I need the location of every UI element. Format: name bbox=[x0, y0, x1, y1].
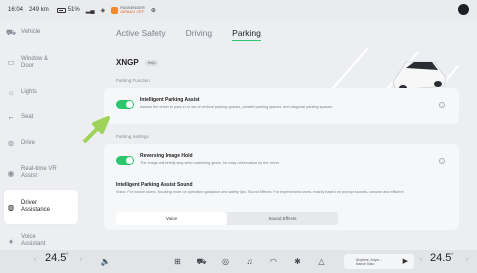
fan-icon[interactable]: ✱ bbox=[292, 256, 303, 267]
location-icon: ⊕ bbox=[150, 7, 156, 14]
temp-right[interactable]: 24.5° bbox=[430, 252, 453, 264]
ipas-title: Intelligent Parking Assist Sound bbox=[116, 182, 193, 188]
tab-parking[interactable]: Parking bbox=[232, 28, 261, 41]
tab-driving[interactable]: Driving bbox=[186, 28, 212, 38]
temp-left-up-icon[interactable]: › bbox=[80, 257, 82, 263]
sidebar-item-driver-assistance[interactable]: ◍ Driver Assistance bbox=[4, 190, 78, 224]
seat-icon: ⌐ bbox=[8, 113, 14, 123]
rih-desc: The image will briefly stay when switchi… bbox=[140, 161, 280, 165]
vr-icon: ◉ bbox=[7, 168, 15, 178]
section-parking-settings: Parking Settings bbox=[116, 134, 149, 139]
battery-percent: 51% bbox=[67, 7, 80, 13]
sidebar-item-label: Real-time VR Assist bbox=[21, 166, 57, 179]
profile-icon[interactable] bbox=[458, 4, 469, 15]
sidebar-item-real-time-vr-assist[interactable]: ◉ Real-time VR Assist bbox=[0, 156, 82, 190]
driver-assist-icon: ◍ bbox=[7, 202, 15, 212]
sidebar-item-label: Drive bbox=[21, 139, 36, 146]
tab-bar: Active Safety Driving Parking bbox=[116, 28, 281, 41]
signal-icon: ▂▄ bbox=[85, 7, 95, 14]
temp-right-up-icon[interactable]: › bbox=[466, 257, 468, 263]
media-artist: Kanon Kato bbox=[356, 261, 375, 266]
status-bar: 16:04 249 km 51% ▂▄ ◈ PASSENGER AIRBAG O… bbox=[0, 0, 477, 20]
360-view-icon[interactable]: ◎ bbox=[220, 256, 231, 267]
ipa-title: Intelligent Parking Assist bbox=[140, 97, 200, 103]
rih-info-icon[interactable]: › bbox=[439, 158, 445, 164]
ipa-card: Intelligent Parking Assist Assists the d… bbox=[104, 88, 459, 124]
sidebar-item-label: Vehicle bbox=[21, 29, 41, 36]
model-header: XNGP Help bbox=[116, 58, 159, 67]
media-widget[interactable]: Anytime, Anyw... Kanon Kato ▶ bbox=[344, 254, 414, 269]
assistant-icon[interactable]: ◠ bbox=[268, 256, 279, 267]
sidebar-item-label: Driver Assistance bbox=[21, 200, 51, 213]
tab-active-safety[interactable]: Active Safety bbox=[116, 28, 166, 38]
ipa-info-icon[interactable]: › bbox=[439, 102, 445, 108]
steering-icon: ⊚ bbox=[7, 138, 15, 148]
navigation-icon[interactable]: △ bbox=[316, 256, 327, 267]
window-icon: ▭ bbox=[7, 58, 15, 67]
ipa-toggle[interactable] bbox=[116, 100, 134, 109]
volume-icon[interactable]: 🔈 bbox=[100, 256, 111, 267]
main-panel: Active Safety Driving Parking XNGP Help … bbox=[82, 20, 472, 250]
sound-mode-selector: Voice Sound Effects bbox=[116, 212, 338, 225]
sidebar: ⛟ Vehicle ▭ Window & Door ☼ Lights ⌐ Seat ⊚ Drive… bbox=[0, 20, 82, 273]
range-readout: 249 km bbox=[29, 7, 49, 13]
clock: 16:04 bbox=[8, 7, 24, 13]
sidebar-item-lights[interactable]: ☼ Lights bbox=[0, 80, 82, 106]
voice-option[interactable]: Voice bbox=[116, 212, 227, 225]
temp-right-down-icon[interactable]: ‹ bbox=[420, 257, 422, 263]
bottom-dock: ‹ 24.5° › 🔈 ⊞ ⛟ ◎ ♫ ◠ ✱ △ Anytime, Anyw.… bbox=[0, 250, 477, 273]
apps-icon[interactable]: ⊞ bbox=[172, 256, 183, 267]
help-badge[interactable]: Help bbox=[144, 59, 159, 66]
voice-icon: ♦ bbox=[8, 236, 14, 246]
temp-left-down-icon[interactable]: ‹ bbox=[34, 257, 36, 263]
car-icon: ⛟ bbox=[5, 27, 17, 37]
sidebar-item-seat[interactable]: ⌐ Seat bbox=[0, 105, 82, 131]
sidebar-item-label: Window & Door bbox=[21, 55, 49, 69]
model-name: XNGP bbox=[116, 58, 139, 67]
rih-toggle[interactable] bbox=[116, 156, 134, 165]
sidebar-item-window-door[interactable]: ▭ Window & Door bbox=[0, 46, 82, 80]
ipa-desc: Assists the driver to park in or out of … bbox=[140, 105, 333, 109]
music-icon[interactable]: ♫ bbox=[244, 256, 255, 267]
settings-card: Reversing Image Hold The image will brie… bbox=[104, 144, 459, 230]
pass-airbag-badge: PASSENGER AIRBAG OFF bbox=[111, 5, 145, 15]
ipas-desc: Voice: For novice users, focusing more o… bbox=[116, 190, 404, 194]
play-icon[interactable]: ▶ bbox=[403, 257, 408, 265]
airbag-line2: AIRBAG OFF bbox=[120, 9, 145, 14]
sidebar-item-label: Seat bbox=[21, 114, 34, 121]
battery-icon bbox=[56, 7, 66, 13]
sound-effects-option[interactable]: Sound Effects bbox=[227, 212, 338, 225]
sidebar-item-vehicle[interactable]: ⛟ Vehicle bbox=[0, 20, 82, 46]
light-icon: ☼ bbox=[7, 87, 15, 97]
section-parking-function: Parking Function bbox=[116, 78, 150, 83]
battery-indicator: 51% bbox=[55, 7, 80, 13]
pointer-arrow bbox=[82, 116, 110, 144]
airbag-icon bbox=[111, 6, 119, 14]
sidebar-item-label: Voice Assistant bbox=[21, 234, 46, 247]
temp-left[interactable]: 24.5° bbox=[45, 252, 68, 264]
rih-title: Reversing Image Hold bbox=[140, 153, 193, 159]
lte-icon: ◈ bbox=[100, 7, 106, 14]
car-icon[interactable]: ⛟ bbox=[196, 256, 207, 267]
car-shape bbox=[392, 61, 447, 91]
sidebar-item-drive[interactable]: ⊚ Drive bbox=[0, 131, 82, 157]
sidebar-item-label: Lights bbox=[21, 88, 38, 95]
